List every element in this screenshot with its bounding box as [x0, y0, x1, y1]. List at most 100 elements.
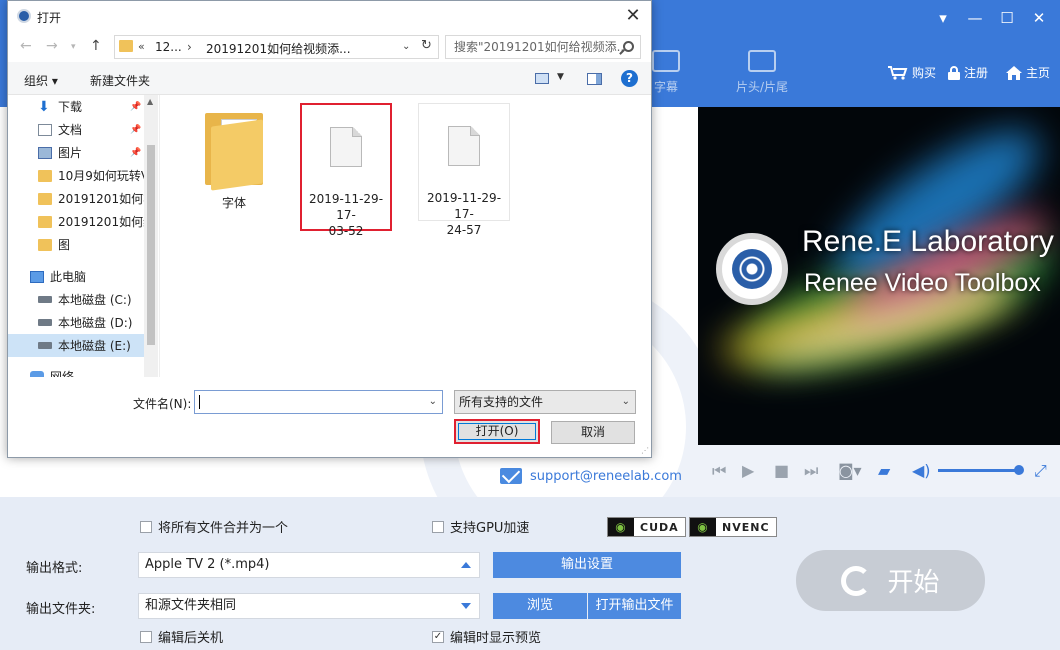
register-label: 注册	[964, 66, 989, 80]
home-label: 主页	[1026, 66, 1051, 80]
tab-intro-outro[interactable]: 片头/片尾	[722, 50, 802, 95]
dialog-titlebar[interactable]: 打开 ✕	[8, 1, 651, 32]
sidebar-item-network[interactable]: 网络	[8, 365, 144, 377]
output-format-select[interactable]: Apple TV 2 (*.mp4)	[138, 552, 480, 578]
sidebar-item-folder[interactable]: 20191201如何给	[8, 210, 144, 233]
shutdown-label: 编辑后关机	[158, 631, 224, 646]
pictures-icon	[38, 146, 52, 159]
skip-back-icon[interactable]: ⏮	[712, 462, 726, 480]
browse-button[interactable]: 浏览	[493, 593, 587, 619]
sidebar-item-label: 10月9如何玩转V	[58, 169, 144, 183]
menu-icon[interactable]: ▾	[932, 8, 954, 28]
recent-dropdown-icon[interactable]: ▾	[71, 42, 76, 52]
show-preview-checkbox[interactable]: ✓ 编辑时显示预览	[432, 627, 541, 646]
list-item[interactable]: 2019-11-29-17- 03-52	[300, 103, 392, 238]
cuda-badge: ◉ CUDA	[607, 517, 686, 537]
chevron-up-icon	[461, 562, 471, 568]
folder-icon[interactable]: ▰	[878, 462, 890, 480]
filename-input[interactable]: ⌄	[194, 390, 443, 414]
start-button[interactable]: 开始	[796, 550, 985, 611]
preview-pane-icon[interactable]	[587, 73, 602, 85]
address-overflow[interactable]: «	[138, 40, 145, 53]
scrollbar[interactable]: ▲	[144, 95, 158, 377]
sidebar-item-pictures[interactable]: 图片 📌	[8, 141, 144, 164]
sidebar-item-drive-d[interactable]: 本地磁盘 (D:)	[8, 311, 144, 334]
command-bar: 组织 ▾ 新建文件夹 ▼ ?	[8, 62, 651, 95]
stop-icon[interactable]: ■	[774, 462, 789, 480]
skip-forward-icon[interactable]: ⏭	[804, 462, 818, 480]
sidebar-item-folder[interactable]: 10月9如何玩转V	[8, 164, 144, 187]
output-settings-button[interactable]: 输出设置	[493, 552, 681, 578]
merge-all-checkbox[interactable]: 将所有文件合并为一个	[140, 517, 288, 536]
checkbox-box[interactable]: ✓	[432, 630, 444, 643]
close-icon[interactable]: ✕	[1028, 8, 1050, 28]
sidebar-item-folder[interactable]: 图	[8, 233, 144, 256]
fullscreen-icon[interactable]: ⤢	[1034, 462, 1047, 480]
address-bar[interactable]: « 12... › 20191201如何给视频添... ⌄ ↻	[114, 35, 439, 59]
open-button[interactable]: 打开(O)	[454, 419, 540, 444]
support-link[interactable]: support@reneelab.com	[500, 468, 682, 484]
play-icon[interactable]: ▶	[742, 462, 754, 480]
home-link[interactable]: 主页	[1006, 64, 1050, 81]
organize-button[interactable]: 组织 ▾	[24, 72, 58, 89]
shutdown-checkbox[interactable]: 编辑后关机	[140, 627, 223, 646]
buy-label: 购买	[912, 66, 937, 80]
cancel-button[interactable]: 取消	[551, 421, 635, 444]
gpu-accel-label: 支持GPU加速	[450, 521, 530, 536]
sidebar-item-this-pc[interactable]: 此电脑	[8, 265, 144, 288]
register-link[interactable]: 注册	[948, 64, 988, 81]
chevron-down-icon[interactable]: ⌄	[622, 391, 630, 413]
sidebar-item-folder[interactable]: 20191201如何将	[8, 187, 144, 210]
chevron-right-icon[interactable]: ›	[187, 40, 192, 54]
checkbox-box[interactable]	[140, 520, 152, 533]
new-folder-button[interactable]: 新建文件夹	[90, 72, 150, 89]
maximize-icon[interactable]: ☐	[996, 8, 1018, 28]
file-type-filter[interactable]: 所有支持的文件 ⌄	[454, 390, 636, 414]
refresh-icon[interactable]: ↻	[421, 38, 432, 53]
support-email: support@reneelab.com	[530, 468, 682, 484]
resize-grip-icon[interactable]: ⋰	[641, 446, 649, 455]
back-arrow-icon[interactable]: ←	[20, 38, 32, 54]
help-icon[interactable]: ?	[621, 70, 638, 87]
navigation-pane: ⬇ 下载 📌 文档 📌 图片 📌 10月9如何玩转V 20191201如何将 2…	[8, 95, 158, 377]
breadcrumb-segment[interactable]: 12...	[155, 40, 182, 54]
up-arrow-icon[interactable]: ↑	[90, 38, 102, 54]
camera-icon[interactable]: ◙▾	[838, 462, 862, 480]
list-item[interactable]: 字体	[188, 109, 280, 211]
checkbox-box[interactable]	[140, 630, 152, 643]
view-icon[interactable]	[535, 73, 549, 84]
close-icon[interactable]: ✕	[621, 5, 645, 27]
open-output-folder-button[interactable]: 打开输出文件	[588, 593, 681, 619]
sidebar-item-drive-e[interactable]: 本地磁盘 (E:)	[8, 334, 144, 357]
cuda-label: CUDA	[640, 520, 679, 534]
buy-link[interactable]: 购买	[888, 64, 936, 81]
gpu-accel-checkbox[interactable]: 支持GPU加速	[432, 517, 529, 536]
search-input[interactable]: 搜索"20191201如何给视频添...	[445, 35, 641, 59]
folder-icon	[38, 192, 52, 205]
file-name: 2019-11-29-17- 24-57	[419, 190, 509, 238]
volume-slider[interactable]	[938, 469, 1020, 472]
output-folder-select[interactable]: 和源文件夹相同	[138, 593, 480, 619]
search-placeholder: 搜索"20191201如何给视频添...	[454, 40, 629, 54]
volume-icon[interactable]: ◀)	[912, 462, 931, 480]
sidebar-item-documents[interactable]: 文档 📌	[8, 118, 144, 141]
home-icon	[1006, 65, 1022, 80]
checkbox-box[interactable]	[432, 520, 444, 533]
scrollbar-thumb[interactable]	[147, 145, 155, 345]
volume-handle[interactable]	[1014, 465, 1024, 475]
search-icon[interactable]	[623, 41, 634, 52]
minimize-icon[interactable]: —	[964, 8, 986, 28]
sidebar-item-downloads[interactable]: ⬇ 下载 📌	[8, 95, 144, 118]
breadcrumb-segment[interactable]: 20191201如何给视频添...	[206, 40, 351, 57]
chevron-down-icon[interactable]: ⌄	[402, 41, 410, 52]
forward-arrow-icon[interactable]: →	[46, 38, 58, 54]
nvenc-badge: ◉ NVENC	[689, 517, 777, 537]
chevron-down-icon[interactable]: ⌄	[429, 396, 437, 407]
list-item[interactable]: 2019-11-29-17- 24-57	[418, 103, 510, 237]
chevron-down-icon[interactable]: ▼	[557, 72, 564, 82]
file-name-line: 2019-11-29-17-	[308, 192, 384, 222]
sidebar-item-drive-c[interactable]: 本地磁盘 (C:)	[8, 288, 144, 311]
chevron-up-icon[interactable]: ▲	[147, 97, 153, 106]
drive-icon	[38, 296, 52, 303]
mail-icon	[500, 468, 522, 484]
